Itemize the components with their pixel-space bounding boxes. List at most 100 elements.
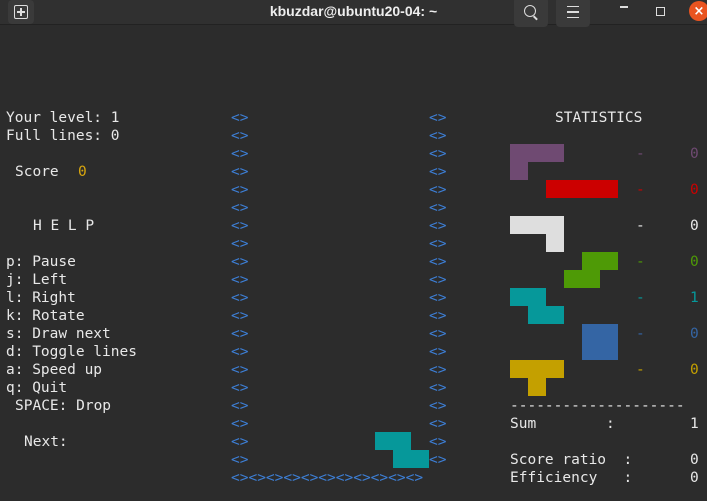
board-right-wall: <>	[429, 182, 447, 198]
board-right-wall: <>	[429, 308, 447, 324]
stat-count: 0	[690, 182, 699, 198]
board-left-wall: <>	[231, 452, 249, 468]
board-right-wall: <>	[429, 380, 447, 396]
board-left-wall: <>	[231, 128, 249, 144]
board-right-wall: <>	[429, 326, 447, 342]
falling-piece-block	[375, 432, 411, 450]
search-icon	[524, 5, 536, 17]
board-right-wall: <>	[429, 236, 447, 252]
stat-separator: --------------------	[510, 398, 685, 414]
stat-piece-z	[510, 288, 546, 306]
board-left-wall: <>	[231, 362, 249, 378]
board-right-wall: <>	[429, 416, 447, 432]
sum-label: Sum :	[510, 416, 615, 432]
board-left-wall: <>	[231, 290, 249, 306]
board-floor: <><><><><><><><><><><>	[231, 470, 424, 486]
help-item: d: Toggle lines	[6, 344, 137, 360]
search-button[interactable]	[514, 0, 548, 27]
falling-piece-block	[393, 450, 429, 468]
board-right-wall: <>	[429, 164, 447, 180]
board-right-wall: <>	[429, 290, 447, 306]
board-right-wall: <>	[429, 110, 447, 126]
board-left-wall: <>	[231, 236, 249, 252]
board-right-wall: <>	[429, 398, 447, 414]
board-right-wall: <>	[429, 146, 447, 162]
window-title: kbuzdar@ubuntu20-04: ~	[269, 3, 438, 19]
stat-piece-o	[582, 324, 618, 360]
board-right-wall: <>	[429, 218, 447, 234]
help-item: SPACE: Drop	[15, 398, 112, 414]
efficiency-value: 0	[690, 470, 699, 486]
board-left-wall: <>	[231, 146, 249, 162]
score-value: 0	[78, 164, 87, 180]
board-left-wall: <>	[231, 110, 249, 126]
stat-piece-i	[546, 180, 618, 198]
stat-piece-t	[510, 360, 564, 378]
stat-piece-s	[564, 270, 600, 288]
board-left-wall: <>	[231, 398, 249, 414]
board-right-wall: <>	[429, 254, 447, 270]
board-right-wall: <>	[429, 434, 447, 450]
board-left-wall: <>	[231, 272, 249, 288]
board-right-wall: <>	[429, 128, 447, 144]
score-ratio-value: 0	[690, 452, 699, 468]
full-lines-label: Full lines: 0	[6, 128, 120, 144]
stat-count: 1	[690, 290, 699, 306]
stat-count: 0	[690, 362, 699, 378]
efficiency-label: Efficiency :	[510, 470, 633, 486]
stat-count: 0	[690, 218, 699, 234]
next-label: Next:	[24, 434, 68, 450]
level-label: Your level: 1	[6, 110, 120, 126]
board-left-wall: <>	[231, 434, 249, 450]
hamburger-menu-icon	[567, 6, 579, 18]
board-right-wall: <>	[429, 452, 447, 468]
menu-button[interactable]	[556, 0, 590, 27]
board-left-wall: <>	[231, 326, 249, 342]
board-left-wall: <>	[231, 380, 249, 396]
board-left-wall: <>	[231, 308, 249, 324]
help-item: s: Draw next	[6, 326, 111, 342]
stat-count: 0	[690, 326, 699, 342]
board-left-wall: <>	[231, 416, 249, 432]
stat-dash: -	[636, 254, 645, 270]
help-item: j: Left	[6, 272, 68, 288]
stat-dash: -	[636, 146, 645, 162]
board-right-wall: <>	[429, 362, 447, 378]
minimize-button[interactable]	[620, 6, 628, 8]
stat-dash: -	[636, 182, 645, 198]
board-left-wall: <>	[231, 200, 249, 216]
board-right-wall: <>	[429, 344, 447, 360]
stat-piece-t	[528, 378, 546, 396]
stat-piece-j	[510, 216, 564, 234]
help-title: H E L P	[33, 218, 95, 234]
help-item: k: Rotate	[6, 308, 85, 324]
help-item: q: Quit	[6, 380, 68, 396]
stat-dash: -	[636, 362, 645, 378]
board-left-wall: <>	[231, 182, 249, 198]
stat-piece-z	[528, 306, 564, 324]
maximize-button[interactable]	[656, 7, 665, 16]
stat-dash: -	[636, 326, 645, 342]
help-item: a: Speed up	[6, 362, 103, 378]
board-right-wall: <>	[429, 200, 447, 216]
stat-piece-l	[510, 144, 564, 162]
close-icon: ×	[693, 3, 705, 19]
stat-piece-s	[582, 252, 618, 270]
statistics-title: STATISTICS	[555, 110, 643, 126]
title-bar: kbuzdar@ubuntu20-04: ~ ×	[0, 0, 707, 27]
sum-value: 1	[690, 416, 699, 432]
stat-count: 0	[690, 146, 699, 162]
stat-dash: -	[636, 218, 645, 234]
stat-piece-l	[510, 162, 528, 180]
board-right-wall: <>	[429, 272, 447, 288]
board-left-wall: <>	[231, 218, 249, 234]
stat-count: 0	[690, 254, 699, 270]
help-item: l: Right	[6, 290, 76, 306]
help-item: p: Pause	[6, 254, 76, 270]
stat-dash: -	[636, 290, 645, 306]
close-button[interactable]: ×	[689, 1, 707, 21]
score-ratio-label: Score ratio :	[510, 452, 633, 468]
board-left-wall: <>	[231, 254, 249, 270]
board-left-wall: <>	[231, 164, 249, 180]
stat-piece-j	[546, 234, 564, 252]
